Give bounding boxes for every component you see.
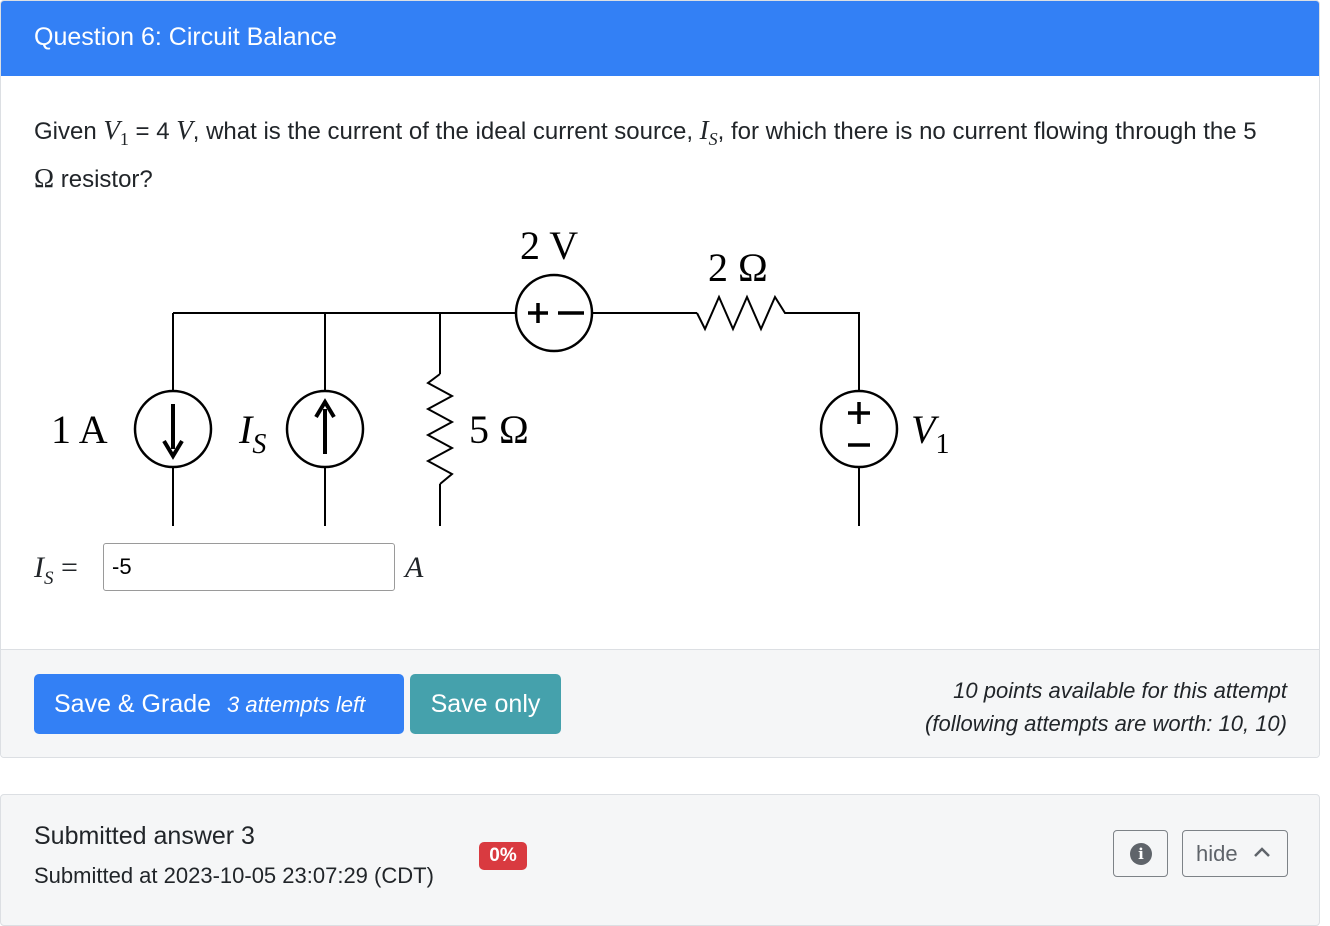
attempts-left-label: 3 attempts left	[227, 691, 366, 717]
chevron-up-icon	[1254, 847, 1270, 857]
info-icon: i	[1130, 843, 1152, 865]
submission-info-button[interactable]: i	[1113, 830, 1168, 877]
question-card: Question 6: Circuit Balance Given V1 = 4…	[0, 0, 1320, 758]
answer-input[interactable]	[103, 543, 395, 591]
score-badge: 0%	[479, 842, 527, 870]
submission-card: Submitted answer 3 Submitted at 2023-10-…	[0, 794, 1320, 926]
submission-title: Submitted answer 3	[34, 822, 255, 850]
question-prompt: Given V1 = 4 V, what is the current of t…	[34, 115, 1257, 193]
current-source-1a-label: 1 A	[51, 407, 108, 452]
points-info: 10 points available for this attempt (fo…	[925, 674, 1287, 740]
points-available: 10 points available for this attempt	[953, 678, 1287, 703]
question-footer: Save & Grade 3 attempts left Save only 10…	[1, 649, 1319, 757]
following-attempts-worth: (following attempts are worth: 10, 10)	[925, 711, 1287, 736]
voltage-source-2v	[514, 273, 594, 353]
voltage-source-v1	[819, 389, 899, 469]
question-header: Question 6: Circuit Balance	[1, 1, 1319, 76]
current-source-is	[285, 389, 365, 469]
resistor-5-ohm-label: 5 Ω	[469, 407, 529, 452]
question-title: Question 6: Circuit Balance	[34, 23, 337, 51]
save-and-grade-button[interactable]: Save & Grade 3 attempts left	[34, 674, 404, 734]
submission-timestamp: Submitted at 2023-10-05 23:07:29 (CDT)	[34, 863, 434, 888]
current-source-1a	[133, 389, 213, 469]
resistor-2-ohm	[696, 294, 793, 332]
resistor-5-ohm	[425, 373, 455, 485]
resistor-2-ohm-label: 2 Ω	[708, 245, 768, 290]
current-source-is-label: IS	[238, 407, 266, 460]
answer-unit: A	[405, 551, 424, 584]
save-only-button[interactable]: Save only	[410, 674, 561, 734]
voltage-source-2v-label: 2 V	[520, 223, 578, 268]
answer-label: IS =	[34, 551, 78, 589]
voltage-source-v1-label: V1	[911, 407, 949, 460]
hide-submission-button[interactable]: hide	[1182, 830, 1288, 877]
circuit-diagram: 1 A IS 5 Ω 2 V 2 Ω V1	[51, 223, 949, 526]
